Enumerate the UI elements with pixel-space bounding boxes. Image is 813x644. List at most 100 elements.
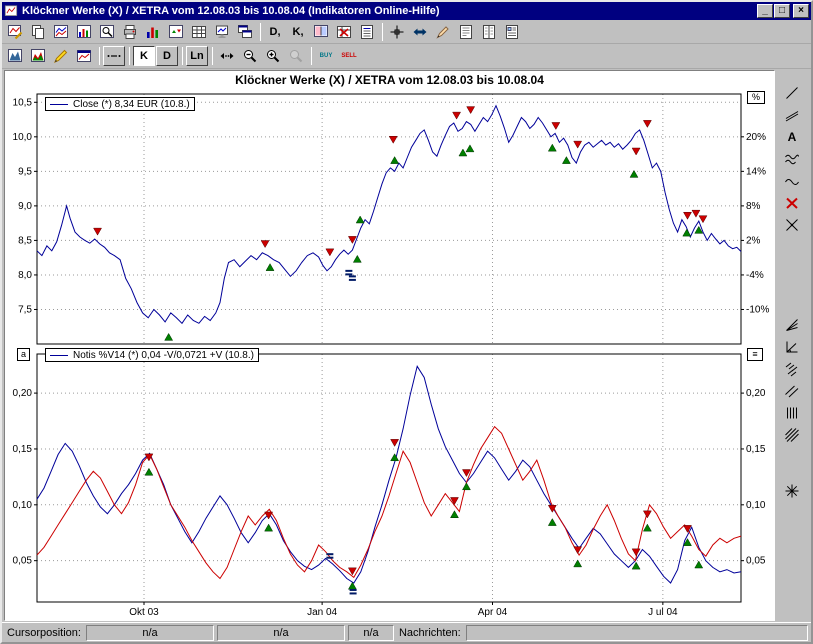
- buy-signal-button[interactable]: BUY: [315, 46, 337, 66]
- pan-mode-icon[interactable]: [409, 22, 431, 42]
- starburst-tool-icon[interactable]: [780, 481, 804, 501]
- chart-edit-icon: [7, 24, 23, 40]
- candle-chart-button[interactable]: K: [133, 46, 155, 66]
- buy-marker: [695, 561, 703, 568]
- indicator-bars-icon: [145, 24, 161, 40]
- maximize-button[interactable]: □: [774, 4, 790, 18]
- y-axis-right-label: 14%: [746, 166, 766, 177]
- cursor-y-field: n/a: [217, 625, 345, 641]
- indicator-bars-icon[interactable]: [142, 22, 164, 42]
- notes-icon[interactable]: [455, 22, 477, 42]
- hatch-lines-icon[interactable]: [780, 425, 804, 445]
- columns-view-icon[interactable]: [478, 22, 500, 42]
- cascade-windows-icon: [237, 24, 253, 40]
- ln-scale-button[interactable]: Ln: [186, 46, 208, 66]
- chart-edit-icon[interactable]: [4, 22, 26, 42]
- sell-marker: [326, 249, 334, 256]
- toolbar-separator: [99, 47, 100, 65]
- quote-list-icon: [359, 24, 375, 40]
- toolbar-separator: [382, 23, 383, 41]
- x-axis-label: Jan 04: [307, 607, 337, 618]
- buy-marker: [265, 524, 273, 531]
- k-interval-button[interactable]: K,: [287, 22, 309, 42]
- copy-icon: [30, 24, 46, 40]
- wave-icon[interactable]: [780, 171, 804, 191]
- sell-marker: [453, 112, 461, 119]
- scroll-mode-icon[interactable]: [216, 46, 238, 66]
- daily-chart-button[interactable]: D: [156, 46, 178, 66]
- hatch-lines-icon: [784, 427, 800, 443]
- close-button[interactable]: ×: [793, 4, 809, 18]
- zoom-reset-icon[interactable]: [285, 46, 307, 66]
- draw-pencil-icon[interactable]: [50, 46, 72, 66]
- buy-marker: [391, 157, 399, 164]
- buy-marker: [165, 333, 173, 340]
- monitor-icon[interactable]: [211, 22, 233, 42]
- y-axis-label: 0,10: [13, 500, 33, 511]
- table-chart-icon: [191, 24, 207, 40]
- compare-chart-icon[interactable]: [50, 22, 72, 42]
- speed-lines-icon[interactable]: [780, 359, 804, 379]
- channel-tool-icon[interactable]: [780, 381, 804, 401]
- angle-tool-icon[interactable]: [780, 337, 804, 357]
- line-style-button: [106, 48, 122, 64]
- toolbar-separator: [212, 47, 213, 65]
- split-marker: [349, 275, 356, 277]
- y-axis-label: 8,5: [18, 235, 32, 246]
- cross-lines-icon[interactable]: [780, 215, 804, 235]
- mountain-chart-icon[interactable]: [4, 46, 26, 66]
- parallel-line-icon[interactable]: [780, 105, 804, 125]
- y-axis-label: 9,5: [18, 166, 32, 177]
- split-chart-icon[interactable]: [310, 22, 332, 42]
- zoom-chart-icon[interactable]: [96, 22, 118, 42]
- form-view-icon: [504, 24, 520, 40]
- indicator-menu-button[interactable]: ≡: [747, 348, 763, 361]
- trend-line-icon[interactable]: [780, 83, 804, 103]
- chart-window-icon[interactable]: [73, 46, 95, 66]
- minimize-button[interactable]: _: [757, 4, 773, 18]
- d-interval-button[interactable]: D,: [264, 22, 286, 42]
- draw-pen-icon[interactable]: [432, 22, 454, 42]
- zoom-reset-icon: [288, 48, 304, 64]
- table-chart-icon[interactable]: [188, 22, 210, 42]
- sell-signal-button[interactable]: SELL: [338, 46, 360, 66]
- cascade-windows-icon[interactable]: [234, 22, 256, 42]
- title-bar: Klöckner Werke (X) / XETRA vom 12.08.03 …: [2, 2, 811, 20]
- delete-table-icon[interactable]: [333, 22, 355, 42]
- cursor-position-label: Cursorposition:: [5, 627, 83, 639]
- plot-border: [37, 94, 741, 344]
- zoom-in-icon[interactable]: [262, 46, 284, 66]
- line-style-button[interactable]: [103, 46, 125, 66]
- form-view-icon[interactable]: [501, 22, 523, 42]
- sell-marker: [643, 120, 651, 127]
- zoom-chart-icon: [99, 24, 115, 40]
- print-chart-icon[interactable]: [119, 22, 141, 42]
- buy-marker: [548, 519, 556, 526]
- price-legend[interactable]: Close (*) 8,34 EUR (10.8.): [45, 97, 195, 111]
- percent-chart-icon[interactable]: [73, 22, 95, 42]
- grid-lines-icon[interactable]: [780, 403, 804, 423]
- indicator-legend-line-sample: [50, 355, 68, 356]
- area-chart-icon[interactable]: [27, 46, 49, 66]
- delete-drawing-icon: [784, 195, 800, 211]
- indicator-panel-button[interactable]: a: [17, 348, 30, 361]
- starburst-tool-icon: [784, 483, 800, 499]
- text-tool-icon[interactable]: A: [780, 127, 804, 147]
- crosshair-icon[interactable]: [386, 22, 408, 42]
- area-chart-icon: [30, 48, 46, 64]
- double-wave-icon[interactable]: [780, 149, 804, 169]
- percent-axis-button[interactable]: %: [747, 91, 765, 104]
- delete-drawing-icon[interactable]: [780, 193, 804, 213]
- pan-mode-icon: [412, 24, 428, 40]
- app-icon: [4, 5, 18, 18]
- copy-icon[interactable]: [27, 22, 49, 42]
- indicator-legend[interactable]: Notis %V14 (*) 0,04 -V/0,0721 +V (10.8.): [45, 348, 259, 362]
- status-bar: Cursorposition: n/a n/a n/a Nachrichten:: [2, 622, 811, 642]
- quote-list-icon[interactable]: [356, 22, 378, 42]
- y-axis-label: 9,0: [18, 201, 32, 212]
- zoom-out-icon[interactable]: [239, 46, 261, 66]
- fan-lines-icon[interactable]: [780, 315, 804, 335]
- signal-chart-icon[interactable]: [165, 22, 187, 42]
- split-chart-icon: [313, 24, 329, 40]
- double-wave-icon: [784, 151, 800, 167]
